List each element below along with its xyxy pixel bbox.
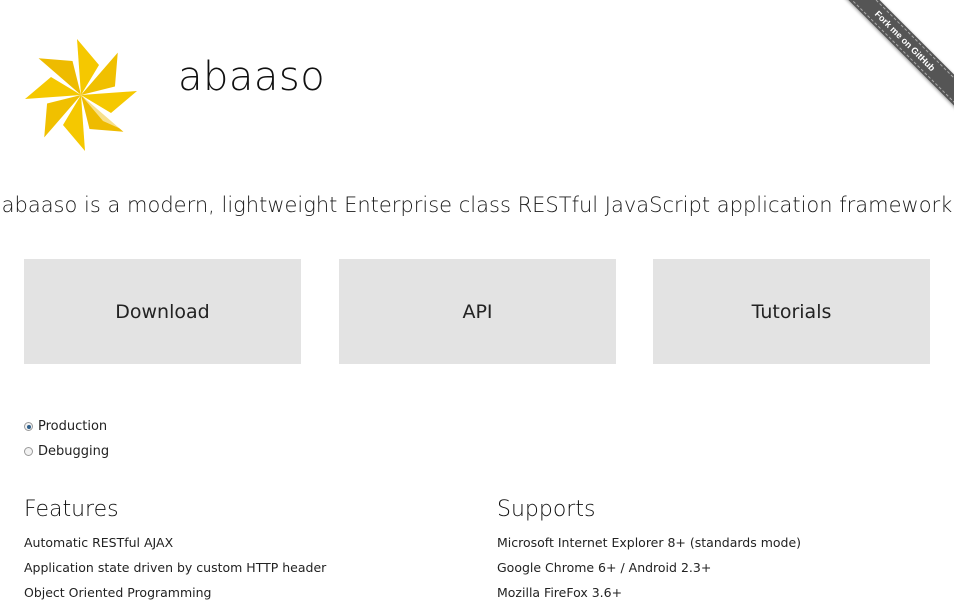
production-radio[interactable] [24, 422, 33, 431]
debugging-option[interactable]: Debugging [24, 439, 109, 464]
list-item: Object Oriented Programming [24, 585, 212, 600]
list-item: Microsoft Internet Explorer 8+ (standard… [497, 535, 802, 550]
debugging-label: Debugging [38, 444, 110, 459]
supports-list: Microsoft Internet Explorer 8+ (standard… [497, 530, 801, 600]
features-section: Features Automatic RESTful AJAX Applicat… [24, 497, 326, 600]
list-item: Google Chrome 6+ / Android 2.3+ [497, 560, 712, 575]
features-list: Automatic RESTful AJAX Application state… [24, 530, 326, 600]
production-option[interactable]: Production [24, 414, 109, 439]
supports-section: Supports Microsoft Internet Explorer 8+ … [497, 497, 801, 600]
tagline: abaaso is a modern, lightweight Enterpri… [1, 193, 953, 217]
debugging-radio[interactable] [24, 447, 33, 456]
tutorials-tile[interactable]: Tutorials [653, 259, 930, 364]
api-tile[interactable]: API [339, 259, 616, 364]
list-item: Automatic RESTful AJAX [24, 535, 174, 550]
fork-on-github-ribbon[interactable]: Fork me on GitHub [822, 0, 954, 124]
production-label: Production [38, 419, 108, 434]
nav-tiles: Download API Tutorials [24, 259, 930, 364]
pinwheel-icon [25, 39, 137, 151]
supports-heading: Supports [497, 497, 596, 522]
build-options: Production Debugging [24, 414, 109, 464]
fork-ribbon-label: Fork me on GitHub [824, 0, 954, 122]
abaaso-logo [24, 38, 138, 152]
list-item: Application state driven by custom HTTP … [24, 560, 327, 575]
site-title: abaaso [178, 54, 326, 100]
download-tile[interactable]: Download [24, 259, 301, 364]
features-heading: Features [24, 497, 119, 522]
list-item: Mozilla FireFox 3.6+ [497, 585, 623, 600]
